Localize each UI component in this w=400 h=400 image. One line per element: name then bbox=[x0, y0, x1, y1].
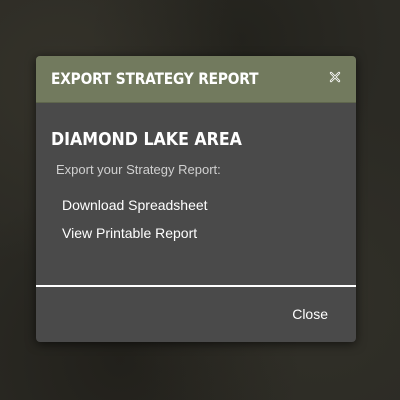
footer-divider bbox=[36, 285, 356, 287]
close-button[interactable]: Close bbox=[292, 306, 328, 322]
export-instructions: Export your Strategy Report: bbox=[56, 162, 221, 177]
modal-header: EXPORT STRATEGY REPORT bbox=[36, 56, 356, 103]
export-report-modal: EXPORT STRATEGY REPORT DIAMOND LAKE AREA… bbox=[36, 56, 356, 342]
export-options: Download Spreadsheet View Printable Repo… bbox=[62, 191, 341, 247]
modal-title: EXPORT STRATEGY REPORT bbox=[51, 69, 259, 88]
modal-body: DIAMOND LAKE AREA Export your Strategy R… bbox=[36, 129, 356, 247]
close-x-icon[interactable] bbox=[328, 70, 342, 84]
download-spreadsheet-link[interactable]: Download Spreadsheet bbox=[62, 191, 341, 219]
area-title: DIAMOND LAKE AREA bbox=[51, 129, 242, 150]
view-printable-report-link[interactable]: View Printable Report bbox=[62, 219, 341, 247]
